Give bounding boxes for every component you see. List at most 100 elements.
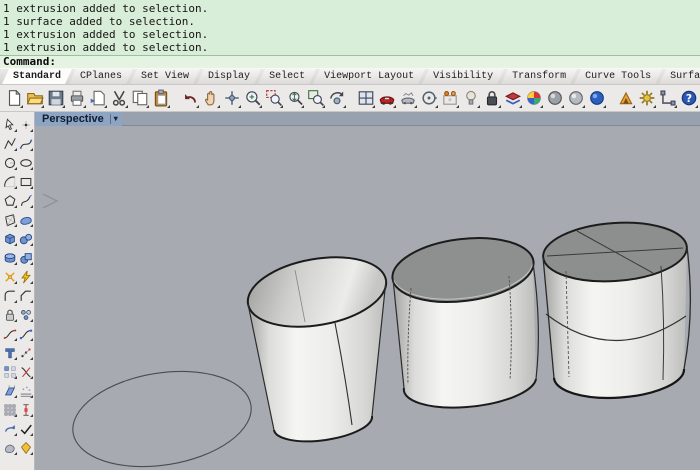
- toolbar: ?: [0, 84, 700, 112]
- spheres-icon[interactable]: [18, 230, 34, 247]
- render-icon[interactable]: [376, 88, 397, 109]
- sphere-blue-icon[interactable]: [586, 88, 607, 109]
- viewport-flyout-arrow: [43, 194, 57, 208]
- tab-viewport-layout[interactable]: Viewport Layout: [313, 69, 425, 84]
- cylinder-solid-icon[interactable]: [2, 249, 18, 266]
- sphere-gray2-icon[interactable]: [565, 88, 586, 109]
- move-pts-icon[interactable]: [18, 344, 34, 361]
- capped-cylinder[interactable]: [389, 231, 539, 408]
- rotate-camera-icon[interactable]: [326, 88, 347, 109]
- arc-icon[interactable]: [2, 173, 18, 190]
- point-icon[interactable]: [18, 116, 34, 133]
- tool-sidebar: [0, 112, 35, 470]
- group-dots-icon[interactable]: [18, 306, 34, 323]
- ellipse-icon[interactable]: [18, 154, 34, 171]
- zoom-dynamic-icon[interactable]: [284, 88, 305, 109]
- tab-set-view[interactable]: Set View: [130, 69, 200, 84]
- chamfer-corner-icon[interactable]: [18, 287, 34, 304]
- tab-visibility[interactable]: Visibility: [422, 69, 504, 84]
- blend-curve-icon[interactable]: [2, 325, 18, 342]
- boolean-solids-icon[interactable]: [18, 249, 34, 266]
- srf-blob-icon[interactable]: [18, 211, 34, 228]
- polyline-icon[interactable]: [2, 135, 18, 152]
- polygon-icon[interactable]: [2, 192, 18, 209]
- viewport-title-menu[interactable]: Perspective ▾: [35, 112, 122, 126]
- rhino-application-window: 1 extrusion added to selection.1 surface…: [0, 0, 700, 470]
- pan-hand-icon[interactable]: [200, 88, 221, 109]
- copy-icon[interactable]: [129, 88, 150, 109]
- set-view-icon[interactable]: [418, 88, 439, 109]
- srf-points-icon[interactable]: [2, 211, 18, 228]
- gumball-diamond-icon[interactable]: [18, 439, 34, 456]
- tab-display[interactable]: Display: [197, 69, 261, 84]
- named-position-icon[interactable]: [439, 88, 460, 109]
- command-area: 1 extrusion added to selection.1 surface…: [0, 0, 700, 68]
- adjust-blend-icon[interactable]: [18, 325, 34, 342]
- svg-text:?: ?: [685, 92, 691, 105]
- rotate-view-icon[interactable]: [221, 88, 242, 109]
- tab-surface-tools[interactable]: Surface Tools: [659, 69, 700, 84]
- command-history-line: 1 extrusion added to selection.: [3, 2, 697, 15]
- curve-cp-icon[interactable]: [18, 135, 34, 152]
- array-rect-icon[interactable]: [2, 363, 18, 380]
- rotate-blue-icon[interactable]: [2, 420, 18, 437]
- layer-state-icon[interactable]: [502, 88, 523, 109]
- cage-blob-icon[interactable]: [2, 439, 18, 456]
- circle-icon[interactable]: [2, 154, 18, 171]
- history-link-icon[interactable]: [657, 88, 678, 109]
- zoom-window-icon[interactable]: [263, 88, 284, 109]
- open-cylinder[interactable]: [242, 247, 391, 441]
- command-prompt-label: Command:: [3, 55, 56, 68]
- toolbar-tab-bar: StandardCPlanesSet ViewDisplaySelectView…: [0, 68, 700, 84]
- viewport-scene: [35, 126, 700, 470]
- command-prompt[interactable]: Command:: [0, 55, 700, 68]
- select-cursor-icon[interactable]: [2, 116, 18, 133]
- explode-icon[interactable]: [2, 268, 18, 285]
- viewport-canvas[interactable]: [35, 126, 700, 470]
- extrude-srf-icon[interactable]: [2, 382, 18, 399]
- new-file-icon[interactable]: [3, 88, 24, 109]
- trim-icon[interactable]: [18, 363, 34, 380]
- capped-cylinder-cross-top[interactable]: [541, 218, 690, 398]
- zoom-icon[interactable]: [242, 88, 263, 109]
- hatch-dots-icon[interactable]: [18, 382, 34, 399]
- open-folder-icon[interactable]: [24, 88, 45, 109]
- tab-cplanes[interactable]: CPlanes: [69, 69, 133, 84]
- options-gear-icon[interactable]: [636, 88, 657, 109]
- rectangle-icon[interactable]: [18, 173, 34, 190]
- four-viewports-icon[interactable]: [355, 88, 376, 109]
- box-icon[interactable]: [2, 230, 18, 247]
- color-wheel-icon[interactable]: [523, 88, 544, 109]
- fillet-corner-icon[interactable]: [2, 287, 18, 304]
- grid-array-icon[interactable]: [2, 401, 18, 418]
- save-icon[interactable]: [45, 88, 66, 109]
- paste-icon[interactable]: [150, 88, 171, 109]
- main-area: Perspective ▾: [0, 112, 700, 470]
- undo-icon[interactable]: [179, 88, 200, 109]
- tab-select[interactable]: Select: [258, 69, 316, 84]
- lightning-icon[interactable]: [18, 268, 34, 285]
- render-settings-icon[interactable]: [615, 88, 636, 109]
- print-icon[interactable]: [66, 88, 87, 109]
- tab-standard[interactable]: Standard: [2, 69, 72, 84]
- tab-transform[interactable]: Transform: [501, 69, 577, 84]
- chevron-down-icon[interactable]: ▾: [114, 114, 118, 123]
- command-history[interactable]: 1 extrusion added to selection.1 surface…: [0, 0, 700, 55]
- circle-curve[interactable]: [66, 359, 258, 470]
- freeform-curve-icon[interactable]: [18, 192, 34, 209]
- lock-icon[interactable]: [481, 88, 502, 109]
- dimension-vert-icon[interactable]: [18, 401, 34, 418]
- text-T-icon[interactable]: [2, 344, 18, 361]
- check-icon[interactable]: [18, 420, 34, 437]
- lock-small-icon[interactable]: [2, 306, 18, 323]
- command-history-line: 1 surface added to selection.: [3, 15, 697, 28]
- lightbulb-icon[interactable]: [460, 88, 481, 109]
- tab-curve-tools[interactable]: Curve Tools: [574, 69, 662, 84]
- sphere-gray-icon[interactable]: [544, 88, 565, 109]
- viewport-titlebar: Perspective ▾: [35, 112, 700, 126]
- render-preview-icon[interactable]: [397, 88, 418, 109]
- page-copy-icon[interactable]: [87, 88, 108, 109]
- cut-icon[interactable]: [108, 88, 129, 109]
- zoom-extents-icon[interactable]: [305, 88, 326, 109]
- help-icon[interactable]: ?: [678, 88, 699, 109]
